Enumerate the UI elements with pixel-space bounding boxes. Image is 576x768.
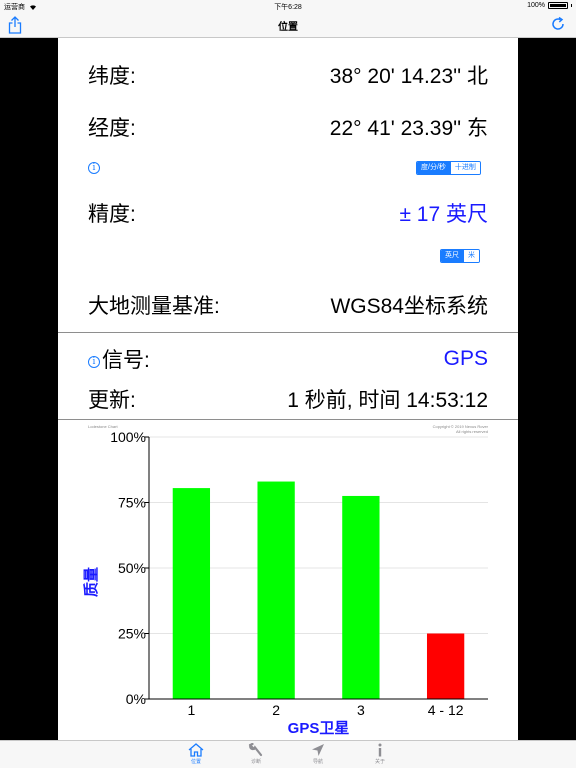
coordinate-format-toggle[interactable]: 度/分/秒 十进制 [416,161,481,175]
tab-label: 诊断 [250,759,261,765]
battery-percent: 100% [527,2,545,9]
y-tick-label: 75% [118,495,146,511]
y-tick-label: 25% [118,626,146,642]
info-icon[interactable]: i [88,356,100,368]
satellite-quality-chart: Lodestone Chart Copyright © 2019 Nexus R… [58,422,518,740]
update-label: 更新: [88,389,136,412]
datum-row: 大地测量基准: WGS84坐标系统 [88,290,488,320]
page-title: 位置 [278,22,298,33]
bar [257,481,295,699]
longitude-row: 经度: 22° 41' 23.39'' 东 [88,112,488,142]
y-tick-label: 0% [126,691,146,707]
info-icon [378,743,382,757]
navigation-arrow-icon [312,744,324,756]
x-tick-label: 4 - 12 [428,702,464,718]
tab-label: 导航 [312,759,323,765]
info-icon[interactable]: i [88,162,100,174]
unit-feet-option[interactable]: 英尺 [441,250,463,262]
status-bar: 运营商 下午6:28 100% [0,0,576,12]
divider [58,419,518,420]
bar [342,495,380,699]
tab-bar: 位置 诊断 导航 关于 [0,740,576,768]
accuracy-row: 精度: ± 17 英尺 [88,198,488,228]
battery-tip [571,4,572,7]
location-panel: 纬度: 38° 20' 14.23'' 北 经度: 22° 41' 23.39'… [58,38,518,740]
signal-label-group: i 信号: [88,344,150,374]
chart-canvas: 0% 25% 50% 75% 100% 1 2 3 4 - 12 GPS卫星 质量 [82,429,488,737]
format-decimal-option[interactable]: 十进制 [449,162,480,174]
x-axis-label: GPS卫星 [288,720,350,737]
divider [58,332,518,333]
update-value: 1 秒前, 时间 14:53:12 [287,389,488,412]
unit-toggle[interactable]: 英尺 米 [440,249,480,263]
signal-value: GPS [443,347,488,370]
x-tick-label: 2 [272,702,280,718]
tab-label: 位置 [190,759,201,765]
tab-label: 关于 [374,759,385,765]
bar [172,488,211,699]
x-tick-label: 1 [187,702,195,718]
latitude-row: 纬度: 38° 20' 14.23'' 北 [88,60,488,90]
status-time: 下午6:28 [274,4,302,11]
datum-label: 大地测量基准: [88,295,220,318]
y-tick-label: 50% [118,560,146,576]
tab-location[interactable]: 位置 [176,743,216,765]
home-icon [188,743,204,757]
latitude-value: 38° 20' 14.23'' 北 [329,65,488,88]
wrench-icon [248,743,263,757]
battery-icon [548,2,568,9]
update-row: 更新: 1 秒前, 时间 14:53:12 [88,384,488,414]
y-tick-label: 100% [110,429,146,445]
battery-status: 100% [527,2,572,9]
tab-about[interactable]: 关于 [360,743,400,765]
refresh-icon [552,16,564,30]
format-dms-option[interactable]: 度/分/秒 [417,162,450,174]
unit-meters-option[interactable]: 米 [463,250,479,262]
accuracy-label: 精度: [88,203,136,226]
accuracy-value: ± 17 英尺 [399,203,488,226]
longitude-value: 22° 41' 23.39'' 东 [329,117,488,140]
y-axis-label: 质量 [82,567,100,597]
x-tick-label: 3 [357,702,365,718]
signal-label: 信号: [102,349,150,372]
longitude-label: 经度: [88,117,136,140]
signal-row: i 信号: GPS [88,344,488,374]
navigation-bar: 位置 [0,12,576,38]
datum-value: WGS84坐标系统 [330,295,488,318]
bar [426,633,465,699]
latitude-label: 纬度: [88,65,136,88]
refresh-button[interactable] [550,16,568,34]
tab-navigation[interactable]: 导航 [298,743,338,765]
tab-diagnostics[interactable]: 诊断 [236,743,276,765]
